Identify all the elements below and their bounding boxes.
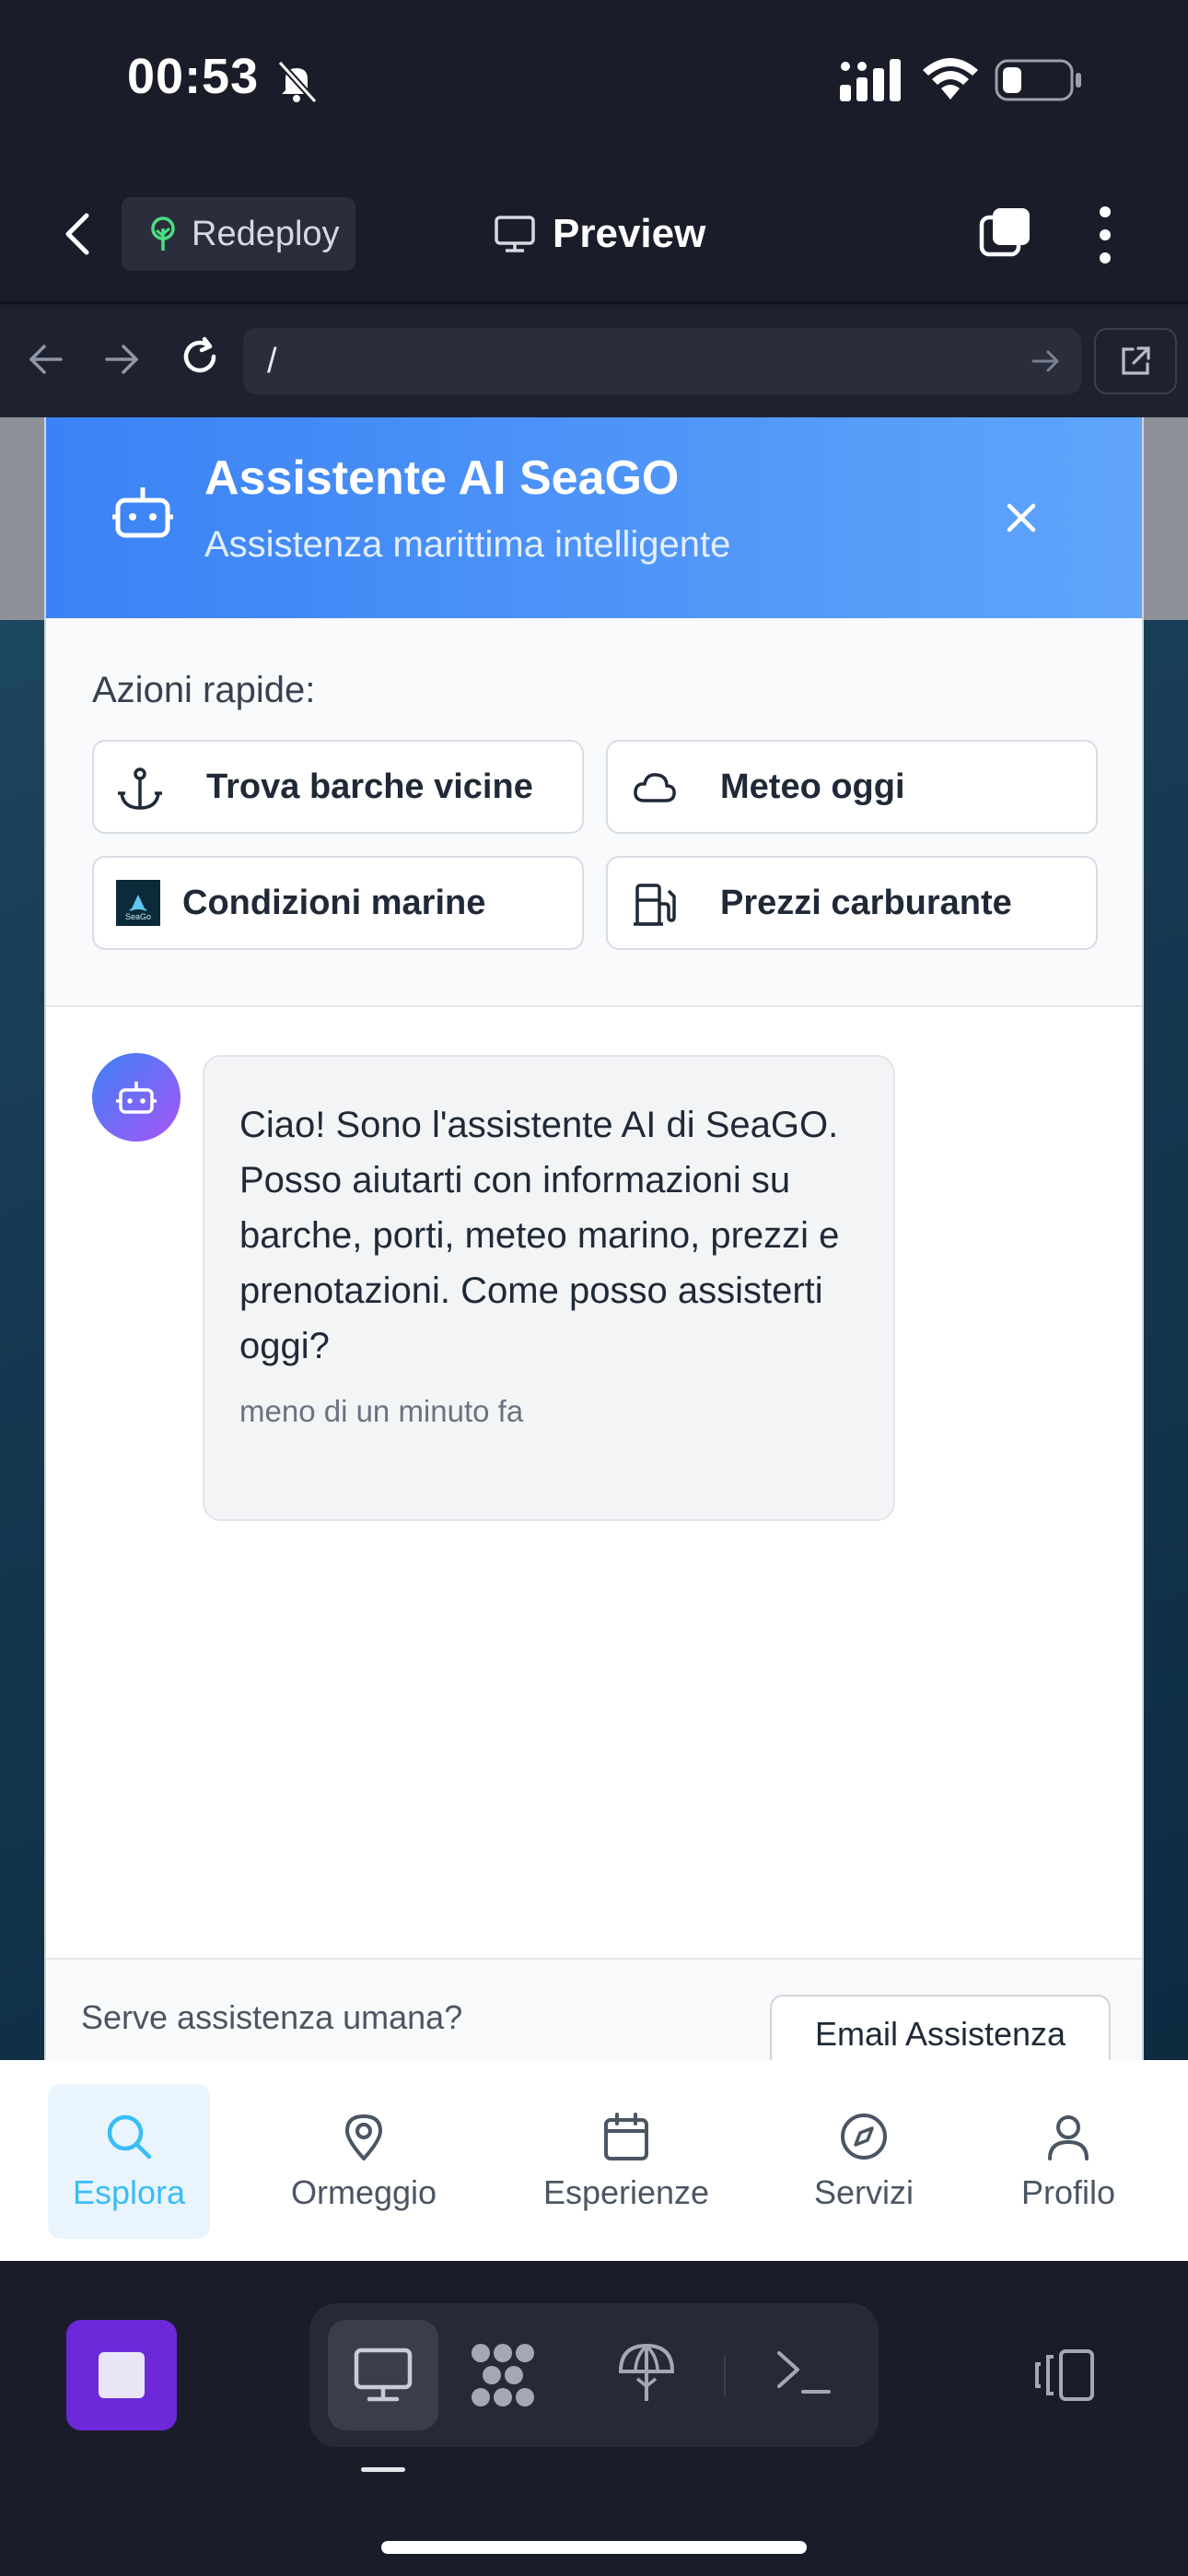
chat-title: Assistente AI SeaGO [204,451,680,505]
bot-icon [112,487,173,538]
status-time: 00:53 [127,49,260,104]
chat-subtitle: Assistenza marittima intelligente [204,524,731,565]
monitor-icon [354,2348,413,2402]
nav-item-esplora[interactable]: Esplora [48,2084,210,2239]
bot-message-text: Ciao! Sono l'assistente AI di SeaGO. Pos… [239,1105,840,1366]
quick-action-label: Meteo oggi [720,767,905,806]
nav-label: Esperienze [542,2173,710,2211]
quick-action-label: Trova barche vicine [206,767,533,806]
quick-action-find-boats[interactable]: Trova barche vicine [92,740,584,834]
search-icon [107,2114,152,2160]
devices-icon[interactable] [1031,2348,1098,2403]
quick-action-weather[interactable]: Meteo oggi [606,740,1098,834]
battery-icon [995,59,1081,101]
message-timestamp: meno di un minuto fa [239,1394,524,1428]
quick-actions-section: Azioni rapide: Trova barche vicine Meteo… [46,618,1142,1007]
url-go-icon[interactable] [1030,345,1063,378]
quick-action-marine-conditions[interactable]: SeaGo Condizioni marine [92,856,584,950]
cellular-signal-icon [840,59,901,101]
workflows-icon[interactable] [468,2340,538,2410]
fuel-icon [634,884,676,926]
chat-footer: Serve assistenza umana? Email Assistenza [46,1958,1142,2060]
toolbar-divider [724,2355,726,2395]
cloud-icon [634,773,676,802]
bell-muted-icon [277,60,318,104]
stop-button[interactable] [66,2320,177,2430]
nav-label: Profilo [1020,2173,1116,2211]
quick-actions-label: Azioni rapide: [92,670,316,710]
nav-label: Servizi [813,2173,914,2211]
nav-label: Esplora [72,2173,186,2211]
bot-icon [116,1082,157,1114]
chat-header: Assistente AI SeaGO Assistenza marittima… [46,417,1142,618]
nav-item-ormeggio[interactable]: Ormeggio [267,2084,460,2239]
bot-avatar [92,1053,181,1142]
preview-label: Preview [553,211,706,256]
preview-title: Preview [494,205,705,263]
back-button[interactable] [55,206,101,262]
human-support-text: Serve assistenza umana? [81,1998,463,2036]
close-chat-button[interactable] [1000,497,1042,539]
messages-area: Ciao! Sono l'assistente AI di SeaGO. Pos… [46,1007,1142,1958]
home-indicator [381,2541,807,2554]
quick-action-label: Condizioni marine [182,883,486,922]
quick-action-fuel-prices[interactable]: Prezzi carburante [606,856,1098,950]
monitor-icon [495,216,535,252]
nav-label: Ormeggio [290,2173,437,2211]
nav-item-servizi[interactable]: Servizi [790,2084,938,2239]
calendar-icon [604,2113,648,2160]
terminal-icon[interactable] [774,2348,834,2399]
bottom-navigation: Esplora Ormeggio Esperienze Servizi Prof… [0,2060,1188,2261]
browser-back-icon[interactable] [26,339,66,380]
compass-icon [841,2113,887,2160]
seago-logo-icon: SeaGo [116,880,160,926]
url-field[interactable]: / [243,328,1081,394]
bot-message-bubble: Ciao! Sono l'assistente AI di SeaGO. Pos… [203,1055,895,1521]
stop-square-icon [99,2352,145,2398]
redeploy-button[interactable]: Redeploy [122,197,355,271]
browser-forward-icon[interactable] [101,339,142,380]
sail-icon [129,895,147,911]
wifi-icon [923,58,978,100]
quick-action-label: Prezzi carburante [720,883,1012,922]
ai-chat-panel: Assistente AI SeaGO Assistenza marittima… [44,417,1144,2060]
map-pin-icon [345,2114,382,2160]
redeploy-label: Redeploy [192,214,340,253]
email-support-button[interactable]: Email Assistenza [770,1995,1111,2060]
nav-item-profilo[interactable]: Profilo [995,2084,1142,2239]
more-options-icon[interactable] [1096,205,1114,265]
url-text: / [267,341,277,381]
user-icon [1048,2115,1089,2160]
deploy-tree-icon [151,217,175,251]
open-external-button[interactable] [1094,328,1177,394]
preview-tool-button[interactable] [328,2320,438,2430]
nav-item-esperienze[interactable]: Esperienze [525,2084,728,2239]
deploy-icon[interactable] [617,2340,676,2406]
tabs-icon[interactable] [978,205,1033,260]
reload-icon[interactable] [177,334,223,380]
anchor-icon [118,767,162,810]
external-link-icon [1122,346,1150,375]
seago-logo-text: SeaGo [124,912,152,921]
active-tool-indicator [361,2467,405,2472]
